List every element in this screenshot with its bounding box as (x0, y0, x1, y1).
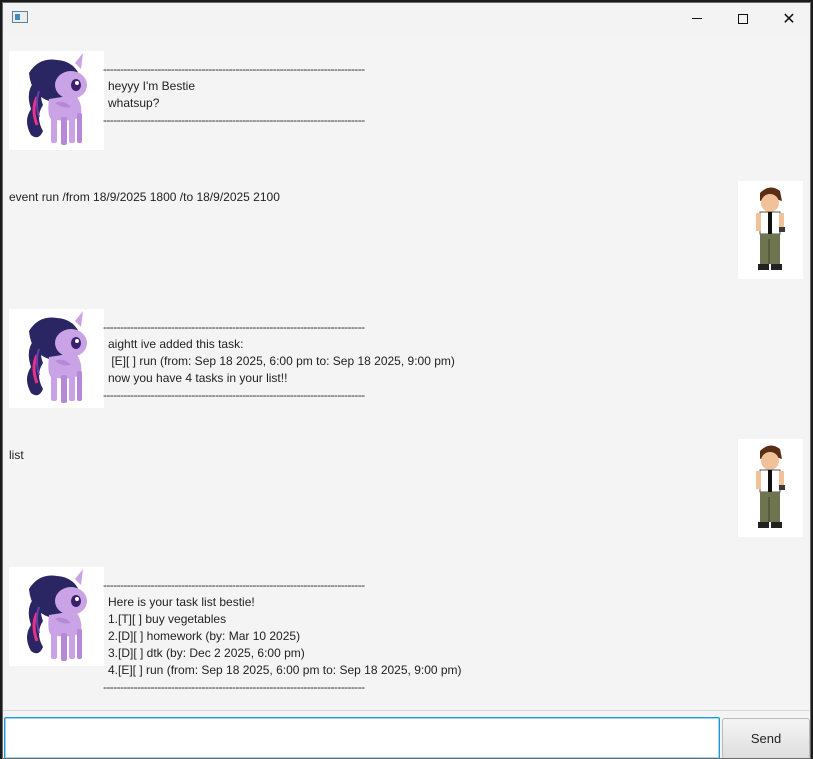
bot-avatar (9, 51, 104, 150)
app-icon (12, 11, 28, 23)
user-message-text: event run /from 18/9/2025 1800 /to 18/9/… (9, 190, 280, 204)
ben10-avatar-icon (738, 439, 803, 537)
bot-avatar (9, 309, 104, 408)
user-avatar (738, 181, 803, 279)
message-line: 1.[T][ ] buy vegetables (108, 612, 227, 626)
message-line: [E][ ] run (from: Sep 18 2025, 6:00 pm t… (108, 354, 455, 368)
message-line: heyyy I'm Bestie (108, 79, 195, 93)
close-button[interactable]: ✕ (766, 3, 810, 34)
message-line: Here is your task list bestie! (108, 595, 255, 609)
separator-top: ----------------------------------------… (103, 578, 365, 592)
user-message-row: event run /from 18/9/2025 1800 /to 18/9/… (3, 181, 810, 289)
close-icon: ✕ (782, 8, 796, 28)
user-avatar (738, 439, 803, 537)
separator-bottom: ----------------------------------------… (103, 680, 365, 694)
bot-avatar (9, 567, 104, 666)
maximize-button[interactable] (720, 3, 766, 34)
twilight-sparkle-avatar-icon (9, 309, 104, 408)
minimize-button[interactable] (674, 3, 720, 34)
bot-message-bubble: ----------------------------------------… (103, 577, 462, 696)
user-message-row: list (3, 439, 810, 547)
twilight-sparkle-avatar-icon (9, 51, 104, 150)
message-line: now you have 4 tasks in your list!! (108, 371, 288, 385)
message-line: 3.[D][ ] dtk (by: Dec 2 2025, 6:00 pm) (108, 646, 305, 660)
bot-message-row: ----------------------------------------… (3, 51, 810, 151)
send-button[interactable]: Send (722, 718, 810, 758)
message-line: 2.[D][ ] homework (by: Mar 10 2025) (108, 629, 301, 643)
ben10-avatar-icon (738, 181, 803, 279)
bot-message-bubble: ----------------------------------------… (103, 319, 455, 404)
twilight-sparkle-avatar-icon (9, 567, 104, 666)
separator-top: ----------------------------------------… (103, 62, 365, 76)
message-line: 4.[E][ ] run (from: Sep 18 2025, 6:00 pm… (108, 663, 462, 677)
message-line: whatsup? (108, 96, 160, 110)
separator-top: ----------------------------------------… (103, 320, 365, 334)
minimize-icon (692, 18, 702, 19)
separator-bottom: ----------------------------------------… (103, 388, 365, 402)
title-bar[interactable]: ✕ (3, 3, 810, 34)
message-input[interactable] (4, 717, 720, 758)
maximize-icon (738, 13, 748, 24)
separator-bottom: ----------------------------------------… (103, 113, 365, 127)
user-message-text: list (9, 448, 24, 462)
chat-scroll-pane[interactable]: ----------------------------------------… (3, 34, 810, 710)
bot-message-row: ----------------------------------------… (3, 309, 810, 409)
composer-bar: Send (3, 710, 810, 758)
message-line: aightt ive added this task: (108, 337, 244, 351)
app-window: ✕ --------------------------------------… (2, 2, 811, 759)
bot-message-row: ----------------------------------------… (3, 567, 810, 697)
bot-message-bubble: ----------------------------------------… (103, 61, 404, 129)
